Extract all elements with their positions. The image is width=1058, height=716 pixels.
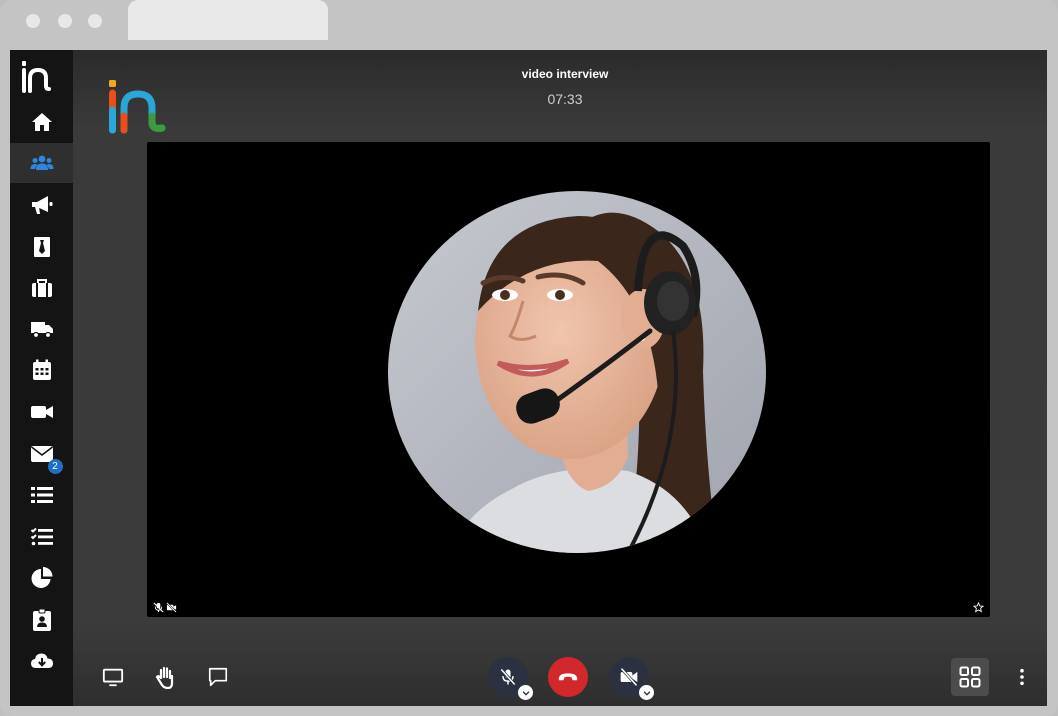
sidebar-item-users[interactable] (10, 143, 73, 183)
participant-avatar (388, 191, 766, 553)
call-title: video interview (521, 67, 609, 81)
screen-share-button[interactable] (100, 664, 126, 690)
hang-up-icon (558, 673, 578, 681)
browser-tab[interactable] (128, 0, 328, 40)
sidebar: 2 (10, 50, 73, 706)
raise-hand-button[interactable] (153, 664, 179, 690)
sidebar-item-jobs[interactable] (10, 227, 73, 267)
participant-video-tile[interactable] (147, 142, 990, 617)
screen-share-icon (102, 668, 124, 687)
sidebar-item-home[interactable] (10, 102, 73, 142)
tasks-icon (30, 527, 53, 546)
users-icon (30, 155, 53, 170)
megaphone-icon (31, 196, 52, 214)
chevron-down-icon (522, 690, 529, 696)
list-icon (30, 487, 53, 503)
video-camera-icon (30, 406, 53, 418)
pie-chart-icon (31, 567, 52, 588)
more-options-button[interactable] (1012, 664, 1032, 690)
sidebar-item-downloads[interactable] (10, 641, 73, 681)
unread-count-badge: 2 (47, 459, 63, 474)
sidebar-item-messages[interactable]: 2 (10, 434, 73, 474)
camera-options-button[interactable] (639, 685, 654, 700)
briefcase-icon (31, 279, 52, 297)
cloud-download-icon (30, 653, 53, 668)
participant-status (153, 602, 177, 613)
microphone-options-button[interactable] (518, 685, 533, 700)
chat-icon (208, 667, 228, 687)
app-viewport: 2 video interview 07:33 (10, 50, 1047, 706)
camera-toggle-button[interactable] (609, 657, 654, 700)
hang-up-button[interactable] (548, 657, 588, 697)
sidebar-item-portfolio[interactable] (10, 268, 73, 308)
call-timer: 07:33 (547, 91, 583, 107)
tile-view-icon (959, 666, 981, 688)
calendar-icon (32, 359, 51, 380)
sidebar-item-profile[interactable] (10, 600, 73, 640)
sidebar-item-video[interactable] (10, 392, 73, 432)
app-logo-icon[interactable] (16, 58, 56, 94)
window-maximize-dot[interactable] (88, 14, 102, 28)
camera-off-icon (620, 667, 638, 687)
truck-icon (30, 322, 53, 339)
tie-icon (33, 237, 50, 257)
window-minimize-dot[interactable] (58, 14, 72, 28)
pin-star-icon[interactable] (973, 602, 984, 613)
microphone-toggle-button[interactable] (488, 657, 533, 700)
chat-button[interactable] (205, 664, 231, 690)
microphone-muted-icon (500, 668, 516, 686)
sidebar-item-reports[interactable] (10, 558, 73, 598)
browser-window: 2 video interview 07:33 (0, 0, 1058, 716)
muted-mic-indicator-icon (153, 602, 164, 613)
tile-view-button[interactable] (951, 658, 989, 696)
window-close-dot[interactable] (26, 14, 40, 28)
id-badge-icon (32, 608, 51, 631)
camera-off-indicator-icon (166, 602, 177, 613)
home-icon (31, 113, 52, 131)
sidebar-item-list[interactable] (10, 475, 73, 515)
more-options-icon (1020, 668, 1024, 686)
sidebar-item-campaigns[interactable] (10, 185, 73, 225)
company-logo-icon (109, 80, 166, 134)
raise-hand-icon (155, 666, 174, 689)
sidebar-item-shipping[interactable] (10, 309, 73, 349)
sidebar-item-calendar[interactable] (10, 350, 73, 390)
sidebar-item-tasks[interactable] (10, 517, 73, 557)
chevron-down-icon (643, 690, 650, 696)
